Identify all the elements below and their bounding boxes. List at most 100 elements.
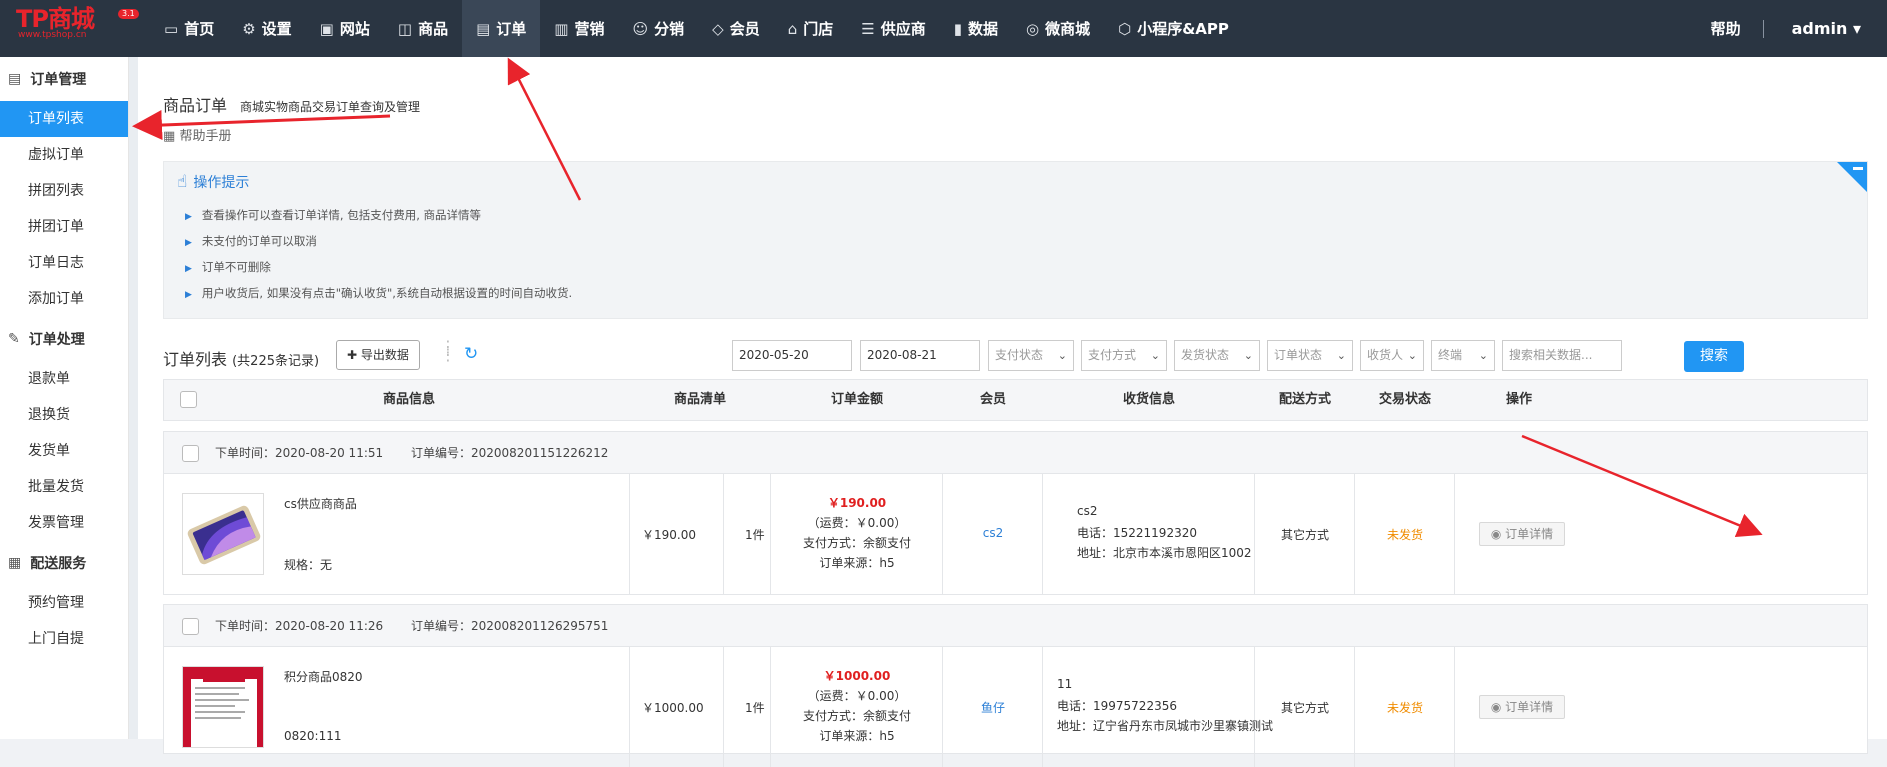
divider-dots: ⋮ ⋮ [440,337,456,364]
bag-icon: ◫ [397,19,413,38]
order-total: ￥1000.00 [823,669,891,683]
version-badge: 3.1 [118,9,139,19]
sidebar-item-group-list[interactable]: 拼团列表 [0,173,128,209]
nav-settings[interactable]: ⚙ 设置 [228,0,305,57]
ship-status-select[interactable]: 发货状态 ⌄ [1174,340,1260,371]
sidebar-item-returns[interactable]: 退换货 [0,397,128,433]
sidebar-item-appointments[interactable]: 预约管理 [0,585,128,621]
nav-website[interactable]: ▣ 网站 [306,0,384,57]
col-product-info: 商品信息 [382,392,435,407]
nav-data[interactable]: ▮ 数据 [940,0,1012,57]
product-thumbnail[interactable] [182,666,264,748]
order-time: 下单时间：2020-08-20 11:51 [215,446,384,460]
order-status-select[interactable]: 订单状态 ⌄ [1267,340,1353,371]
receiver-cell: 11 电话：19975722356 地址：辽宁省丹东市凤城市沙里寨镇测试 [1043,647,1273,767]
pay-status-select[interactable]: 支付状态 ⌄ [988,340,1074,371]
receiver-name: 11 [1057,677,1073,691]
order-row-body: 积分商品0820 0820:111 ￥1000.00 1件 ￥1000.00 （… [164,647,1867,767]
tips-toggle[interactable]: ☝ 操作提示 [177,172,249,192]
receiver-name: cs2 [1077,504,1098,518]
terminal-select[interactable]: 终端 ⌄ [1431,340,1495,371]
sidebar-item-self-pickup[interactable]: 上门自提 [0,621,128,657]
eye-icon: ◉ [1490,527,1502,541]
receiver-select[interactable]: 收货人 ⌄ [1360,340,1424,371]
diamond-icon: ◇ [712,19,724,38]
order-detail-button[interactable]: ◉ 订单详情 [1479,522,1565,546]
sidebar-item-shipments[interactable]: 发货单 [0,433,128,469]
logo[interactable]: TP商城 www.tpshop.cn 3.1 [0,0,150,57]
delivery-cell: 其它方式 [1255,647,1355,767]
tip-item: ▶ 未支付的订单可以取消 [185,234,317,248]
nav-marketing[interactable]: ▥ 营销 [540,0,618,57]
order-row-header: 下单时间：2020-08-20 11:51 订单编号：2020082011512… [164,432,1867,474]
bullet-icon: ▶ [185,264,192,274]
shipping-fee: （运费：￥0.00） [807,516,907,530]
nav-wechat-mall[interactable]: ◎ 微商城 [1012,0,1104,57]
col-status: 交易状态 [1378,392,1431,407]
chevron-down-icon: ⌄ [1150,349,1160,362]
date-end-input[interactable]: 2020-08-21 [860,340,980,371]
top-navbar: TP商城 www.tpshop.cn 3.1 ▭ 首页 ⚙ 设置 ▣ 网站 ◫ 商品 ▤… [0,0,1887,57]
search-button[interactable]: 搜索 [1684,341,1744,372]
order-detail-button[interactable]: ◉ 订单详情 [1479,695,1565,719]
sidebar-item-add-order[interactable]: 添加订单 [0,281,128,317]
nav-orders[interactable]: ▤ 订单 [462,0,541,57]
order-checkbox[interactable] [182,445,199,462]
list-icon: ☰ [861,19,875,38]
sidebar-group-order-management[interactable]: ▤ 订单管理 [0,57,128,101]
product-thumbnail[interactable] [182,493,264,575]
member-link[interactable]: cs2 [943,526,1043,540]
page-header: 商品订单 商城实物商品交易订单查询及管理 [163,92,420,116]
sidebar-item-refunds[interactable]: 退款单 [0,361,128,397]
nav-members[interactable]: ◇ 会员 [698,0,774,57]
chevron-down-icon: ⌄ [1336,349,1346,362]
order-number: 订单编号：202008201126295751 [411,619,609,633]
chevron-down-icon: ⌄ [1243,349,1253,362]
nav-stores[interactable]: ⌂ 门店 [774,0,848,57]
date-start-input[interactable]: 2020-05-20 [732,340,852,371]
nav-miniapp[interactable]: ⬡ 小程序&APP [1104,0,1243,57]
pay-method-select[interactable]: 支付方式 ⌄ [1081,340,1167,371]
sidebar-group-order-processing[interactable]: ✎ 订单处理 [0,317,128,361]
status-badge: 未发货 [1386,701,1423,715]
product-name[interactable]: cs供应商商品 [284,495,357,512]
col-product-list: 商品清单 [673,392,726,407]
sidebar-item-invoices[interactable]: 发票管理 [0,505,128,541]
product-list-cell: ￥1000.00 1件 [629,647,771,767]
list-title: 订单列表 (共225条记录) [163,350,320,369]
nav-suppliers[interactable]: ☰ 供应商 [847,0,939,57]
search-input[interactable]: 搜索相关数据... [1502,340,1622,371]
refresh-icon[interactable]: ↻ [464,344,478,364]
amount-cell: ￥1000.00 （运费：￥0.00） 支付方式：余额支付 订单来源：h5 [771,647,943,767]
tips-list: ▶ 查看操作可以查看订单详情, 包括支付费用, 商品详情等 ▶ 未支付的订单可以取消… [185,202,572,306]
export-button[interactable]: ✚ 导出数据 [336,340,420,370]
col-actions: 操作 [1505,392,1532,407]
sidebar-item-batch-ship[interactable]: 批量发货 [0,469,128,505]
sidebar-item-virtual-orders[interactable]: 虚拟订单 [0,137,128,173]
sidebar-item-order-log[interactable]: 订单日志 [0,245,128,281]
nav-distribution[interactable]: ☺ 分销 [618,0,698,57]
order-source: 订单来源：h5 [819,729,895,743]
product-name[interactable]: 积分商品0820 [284,668,363,685]
nav-goods[interactable]: ◫ 商品 [384,0,462,57]
sidebar-item-group-orders[interactable]: 拼团订单 [0,209,128,245]
wechat-icon: ◎ [1026,19,1040,38]
sidebar-item-order-list[interactable]: 订单列表 [0,101,128,137]
order-checkbox[interactable] [182,618,199,635]
status-cell: 未发货 [1355,474,1455,594]
tips-panel: ☝ 操作提示 ▶ 查看操作可以查看订单详情, 包括支付费用, 商品详情等 ▶ 未支付的… [163,161,1868,319]
nav-home[interactable]: ▭ 首页 [150,0,228,57]
member-link[interactable]: 鱼仔 [943,699,1043,716]
shipping-fee: （运费：￥0.00） [807,689,907,703]
user-menu[interactable]: admin ▾ [1764,19,1887,38]
sidebar-group-delivery[interactable]: ▦ 配送服务 [0,541,128,585]
help-link[interactable]: 帮助 [1689,18,1763,39]
document-icon: ▤ [476,19,491,38]
tip-item: ▶ 用户收货后, 如果没有点击"确认收货",系统自动根据设置的时间自动收货. [185,286,573,300]
receiver-phone: 电话：19975722356 [1057,699,1177,713]
select-all-checkbox[interactable] [180,391,197,408]
sidebar-gutter [129,57,138,739]
order-row: 下单时间：2020-08-20 11:51 订单编号：2020082011512… [163,431,1868,595]
help-manual-link[interactable]: ▦ 帮助手册 [163,125,231,144]
order-row-header: 下单时间：2020-08-20 11:26 订单编号：2020082011262… [164,605,1867,647]
